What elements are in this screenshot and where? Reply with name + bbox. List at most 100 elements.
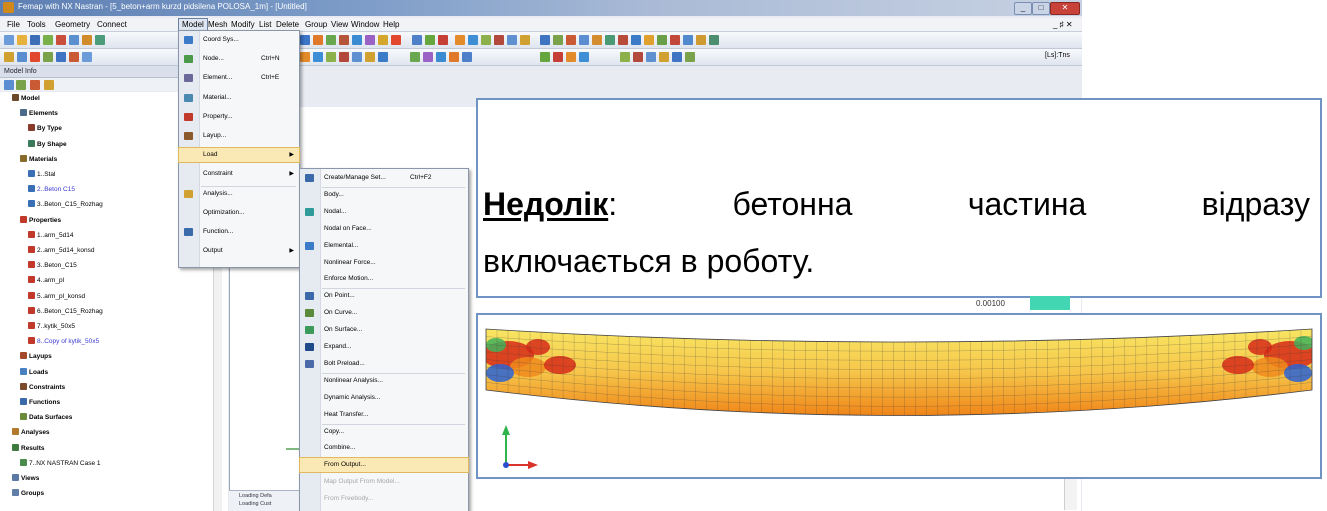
- distribute-icon[interactable]: [462, 52, 472, 62]
- animate-icon[interactable]: [481, 35, 491, 45]
- close-button[interactable]: ✕: [1050, 2, 1080, 15]
- zoom-in-icon[interactable]: [300, 35, 310, 45]
- minimize-button[interactable]: _: [1014, 2, 1032, 15]
- menu-item[interactable]: Enforce Motion...: [300, 272, 468, 286]
- pick-box-icon[interactable]: [313, 52, 323, 62]
- copy-icon[interactable]: [82, 35, 92, 45]
- tree-expand-icon[interactable]: [16, 80, 26, 90]
- layer-icon[interactable]: [438, 35, 448, 45]
- menu-item[interactable]: Nodal...: [300, 205, 468, 219]
- print-icon[interactable]: [43, 35, 53, 45]
- menu-item[interactable]: Optimization...: [179, 206, 299, 220]
- tree-node[interactable]: Materials: [20, 154, 57, 164]
- view-top-icon[interactable]: [633, 52, 643, 62]
- coord-display-icon[interactable]: [696, 35, 706, 45]
- model-icon[interactable]: [4, 52, 14, 62]
- menu-tools[interactable]: Tools: [24, 19, 49, 30]
- tree-node[interactable]: 4..arm_pl: [28, 276, 64, 285]
- view-select-icon[interactable]: [365, 35, 375, 45]
- menu-geometry[interactable]: Geometry: [52, 19, 93, 30]
- menu-item[interactable]: Elemental...: [300, 239, 468, 253]
- workplane-icon[interactable]: [540, 35, 550, 45]
- filter-icon[interactable]: [644, 35, 654, 45]
- view-front-icon[interactable]: [620, 52, 630, 62]
- view-right-icon[interactable]: [646, 52, 656, 62]
- tree-node[interactable]: Results: [12, 443, 44, 453]
- tree-node[interactable]: Analyses: [12, 428, 50, 437]
- menu-item[interactable]: Create/Manage Set... Ctrl+F2: [300, 171, 468, 185]
- redo-icon[interactable]: [69, 35, 79, 45]
- tree-node[interactable]: 1..arm_5d14: [28, 230, 74, 240]
- menu-item[interactable]: Combine...: [300, 441, 468, 455]
- tree-node[interactable]: Layups: [20, 352, 52, 361]
- pan-icon[interactable]: [339, 35, 349, 45]
- solid-icon[interactable]: [69, 52, 79, 62]
- view-options-icon[interactable]: [378, 35, 388, 45]
- spacing-icon[interactable]: [436, 52, 446, 62]
- menu-item[interactable]: Bolt Preload...: [300, 357, 468, 371]
- tree-node[interactable]: Model: [12, 94, 40, 103]
- tree-node[interactable]: 2..Beton C15: [28, 185, 75, 194]
- show-when-icon[interactable]: [631, 35, 641, 45]
- tree-node[interactable]: 7..kytik_50x5: [28, 322, 75, 331]
- menu-item[interactable]: Body...: [300, 188, 468, 202]
- x-axis-icon[interactable]: [540, 52, 550, 62]
- view-iso-icon[interactable]: [659, 52, 669, 62]
- deform-icon[interactable]: [455, 35, 465, 45]
- paste-icon[interactable]: [95, 35, 105, 45]
- menu-item[interactable]: Property...: [179, 110, 299, 124]
- menu-item[interactable]: On Point...: [300, 289, 468, 303]
- menu-item[interactable]: Load ▶: [178, 147, 300, 164]
- entity-display-icon[interactable]: [657, 35, 667, 45]
- menu-modify[interactable]: Modify: [228, 19, 258, 30]
- menu-list[interactable]: List: [256, 19, 274, 30]
- tree-node[interactable]: Views: [12, 474, 39, 483]
- surface-icon[interactable]: [56, 52, 66, 62]
- menu-item[interactable]: Map Output From Model...: [300, 475, 468, 489]
- menu-item[interactable]: Function...: [179, 225, 299, 239]
- maximize-button[interactable]: □: [1032, 2, 1050, 15]
- tree-node[interactable]: Properties: [20, 215, 61, 225]
- pick-all-icon[interactable]: [378, 52, 388, 62]
- group-icon[interactable]: [425, 35, 435, 45]
- element-shrink-icon[interactable]: [709, 35, 719, 45]
- menu-item[interactable]: Coord Sys...: [179, 33, 299, 47]
- menu-item[interactable]: Constraint ▶: [179, 167, 299, 181]
- normals-icon[interactable]: [683, 35, 693, 45]
- menu-mesh[interactable]: Mesh: [205, 19, 231, 30]
- tree-node[interactable]: Groups: [12, 489, 44, 498]
- menu-item[interactable]: Nonlinear Force...: [300, 256, 468, 270]
- light-icon[interactable]: [592, 35, 602, 45]
- tree-node[interactable]: 2..arm_5d14_konsd: [28, 246, 94, 255]
- menu-item[interactable]: Output ▶: [179, 244, 299, 258]
- entity-select-icon[interactable]: [412, 35, 422, 45]
- palette-icon[interactable]: [605, 35, 615, 45]
- menu-item[interactable]: Element... Ctrl+E: [179, 71, 299, 85]
- tree-node[interactable]: Elements: [20, 109, 58, 118]
- tree-node[interactable]: 1..Stal: [28, 170, 55, 179]
- menu-item[interactable]: Node... Ctrl+N: [179, 52, 299, 66]
- menu-item[interactable]: Material...: [179, 91, 299, 105]
- menu-item[interactable]: Nodal on Face...: [300, 222, 468, 236]
- tree-options-icon[interactable]: [44, 80, 54, 90]
- autoscale-icon[interactable]: [352, 35, 362, 45]
- view-trimetric-icon[interactable]: [685, 52, 695, 62]
- freebody-icon[interactable]: [494, 35, 504, 45]
- tree-filter-icon[interactable]: [30, 80, 40, 90]
- save-icon[interactable]: [30, 35, 40, 45]
- tree-node[interactable]: 3..Beton_C15: [28, 261, 77, 270]
- menu-help[interactable]: Help: [380, 19, 402, 30]
- menu-item[interactable]: On Surface...: [300, 323, 468, 337]
- workplane-label[interactable]: [Ls]:Tns: [1045, 52, 1070, 59]
- menu-item[interactable]: Heat Transfer...: [300, 408, 468, 422]
- tree-node[interactable]: Constraints: [20, 382, 65, 392]
- section-cut-icon[interactable]: [507, 35, 517, 45]
- show-all-icon[interactable]: [618, 35, 628, 45]
- menu-item[interactable]: Analysis...: [179, 187, 299, 201]
- isosurface-icon[interactable]: [520, 35, 530, 45]
- menu-item[interactable]: Layup...: [179, 129, 299, 143]
- z-axis-icon[interactable]: [566, 52, 576, 62]
- snap-icon[interactable]: [553, 35, 563, 45]
- menu-item[interactable]: From Freebody...: [300, 492, 468, 506]
- pick-freehand-icon[interactable]: [352, 52, 362, 62]
